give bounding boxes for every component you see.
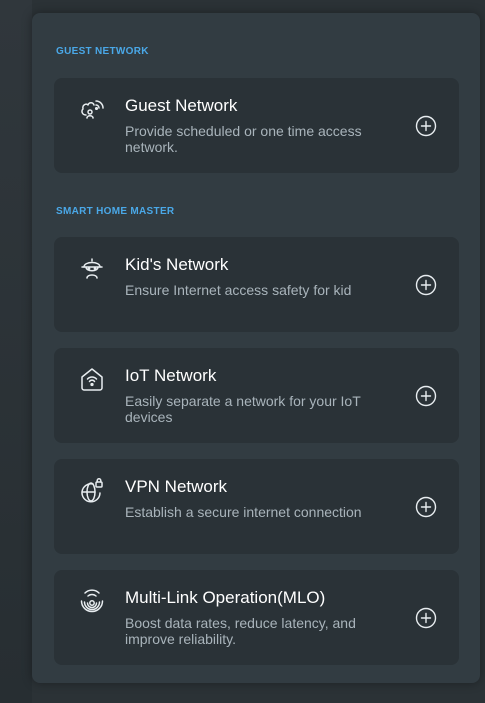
kids-network-icon [81,258,103,279]
network-panel: GUEST NETWORK Guest Network Provide sche… [32,13,480,683]
add-kids-network-button[interactable] [415,274,437,296]
card-kids-network[interactable]: Kid's Network Ensure Internet access saf… [54,237,459,332]
add-mlo-button[interactable] [415,607,437,629]
section-label-guest-network: GUEST NETWORK [56,46,149,57]
mlo-icon [80,589,104,613]
card-description: Provide scheduled or one time access net… [125,123,362,155]
card-description: Establish a secure internet connection [125,504,362,520]
card-guest-network[interactable]: Guest Network Provide scheduled or one t… [54,78,459,173]
background-strip [0,0,32,703]
section-label-smart-home-master: SMART HOME MASTER [56,206,175,217]
card-description: Boost data rates, reduce latency, and im… [125,615,356,647]
card-vpn-network[interactable]: VPN Network Establish a secure internet … [54,459,459,554]
iot-network-icon [81,368,103,391]
card-title: VPN Network [125,477,228,496]
card-title: Guest Network [125,96,238,115]
guest-network-icon [81,100,104,119]
card-iot-network[interactable]: IoT Network Easily separate a network fo… [54,348,459,443]
card-description: Easily separate a network for your IoT d… [125,393,361,425]
add-iot-network-button[interactable] [415,385,437,407]
card-description: Ensure Internet access safety for kid [125,282,352,298]
card-multi-link-operation[interactable]: Multi-Link Operation(MLO) Boost data rat… [54,570,459,665]
vpn-network-icon [81,477,103,503]
add-vpn-network-button[interactable] [415,496,437,518]
add-guest-network-button[interactable] [415,115,437,137]
card-title: Multi-Link Operation(MLO) [125,588,326,607]
card-title: IoT Network [125,366,217,385]
card-title: Kid's Network [125,255,229,274]
